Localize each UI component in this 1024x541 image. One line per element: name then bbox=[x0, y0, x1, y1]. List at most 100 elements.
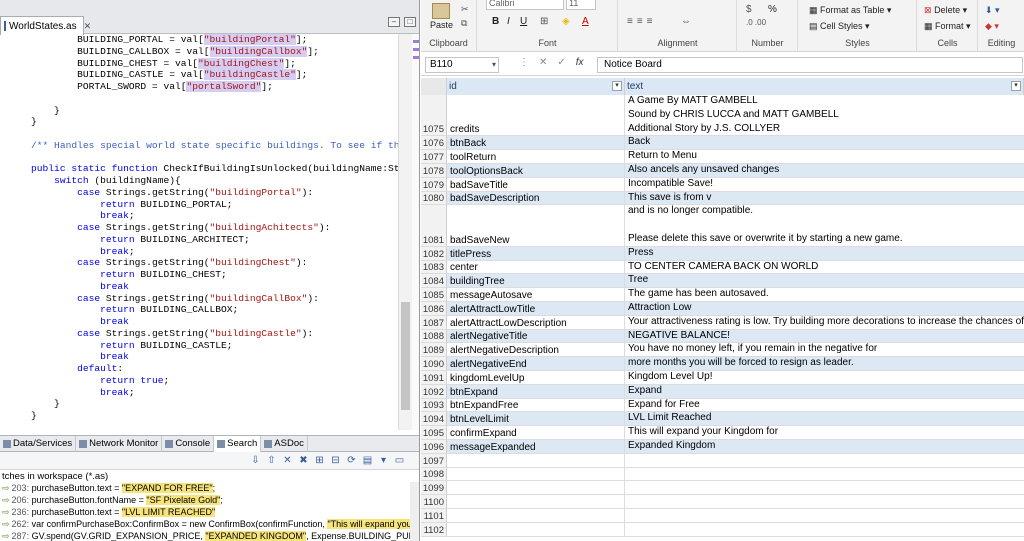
cell-id[interactable]: messageAutosave bbox=[447, 288, 625, 301]
search-result-line[interactable]: ⇨ 203: purchaseButton.text = "EXPAND FOR … bbox=[0, 482, 410, 494]
remove-all-icon[interactable]: ✖ bbox=[297, 454, 310, 467]
copy-icon[interactable]: ⧉ bbox=[461, 18, 467, 29]
row-header[interactable]: 1082 bbox=[421, 246, 447, 260]
delete-button[interactable]: ⊠ Delete ▾ bbox=[924, 5, 967, 16]
cell-text[interactable] bbox=[625, 523, 1024, 536]
row-header[interactable]: 1095 bbox=[421, 426, 447, 439]
cell-text[interactable]: LVL Limit Reached bbox=[625, 412, 1024, 426]
expand-all-icon[interactable]: ⊞ bbox=[313, 454, 326, 467]
cell-text[interactable]: Expanded Kingdom bbox=[625, 439, 1024, 453]
row-header[interactable]: 1102 bbox=[421, 522, 447, 536]
select-all-corner[interactable] bbox=[421, 78, 447, 95]
cell-text[interactable]: Incompatible Save! bbox=[625, 178, 1024, 191]
cell-id[interactable] bbox=[447, 495, 625, 508]
run-search-icon[interactable]: ⟳ bbox=[345, 454, 358, 467]
cell-id[interactable]: center bbox=[447, 260, 625, 274]
bold-button[interactable]: B bbox=[492, 16, 499, 27]
row-header[interactable]: 1098 bbox=[421, 467, 447, 481]
cell-id[interactable]: alertNegativeDescription bbox=[447, 343, 625, 357]
results-scrollbar[interactable] bbox=[410, 482, 419, 541]
cell-id[interactable]: toolOptionsBack bbox=[447, 163, 625, 177]
cell-text[interactable]: TO CENTER CAMERA BACK ON WORLD bbox=[625, 261, 1024, 274]
name-box-dropdown-icon[interactable]: ▾ bbox=[492, 58, 496, 72]
cell-id[interactable]: alertNegativeEnd bbox=[447, 357, 625, 370]
panel-tab-search[interactable]: Search bbox=[214, 435, 262, 452]
row-header[interactable]: 1079 bbox=[421, 177, 447, 191]
row-header[interactable]: 1087 bbox=[421, 315, 447, 329]
fill-icon[interactable]: ⬇ ▾ bbox=[985, 5, 1000, 16]
cut-icon[interactable]: ✂ bbox=[461, 4, 469, 15]
cell-id[interactable]: btnLevelLimit bbox=[447, 412, 625, 426]
borders-icon[interactable]: ⊞ bbox=[540, 16, 548, 27]
row-header[interactable]: 1080 bbox=[421, 191, 447, 205]
cell-id[interactable]: confirmExpand bbox=[447, 426, 625, 439]
minimize-icon[interactable]: – bbox=[388, 17, 400, 27]
collapse-all-icon[interactable]: ⊟ bbox=[329, 454, 342, 467]
column-header-id[interactable]: id ▾ bbox=[447, 78, 625, 95]
cell-id[interactable] bbox=[447, 481, 625, 495]
filter-dropdown-icon[interactable]: ▾ bbox=[612, 81, 622, 91]
cell-text[interactable] bbox=[625, 454, 1024, 467]
cell-id[interactable]: btnExpandFree bbox=[447, 398, 625, 412]
name-box[interactable]: B110 ▾ bbox=[425, 57, 499, 73]
row-header[interactable]: 1088 bbox=[421, 329, 447, 343]
panel-tab-network-monitor[interactable]: Network Monitor bbox=[76, 435, 163, 452]
cell-text[interactable]: Your attractiveness rating is low. Try b… bbox=[625, 316, 1024, 329]
decimal-icons[interactable]: .0 .00 bbox=[746, 18, 766, 27]
search-result-line[interactable]: ⇨ 236: purchaseButton.text = "LVL LIMIT R… bbox=[0, 506, 410, 518]
enter-formula-icon[interactable]: ✓ bbox=[557, 57, 565, 68]
row-header[interactable]: 1089 bbox=[421, 343, 447, 357]
filter-dropdown-icon[interactable]: ▾ bbox=[1011, 81, 1021, 91]
cell-id[interactable]: credits bbox=[447, 95, 625, 136]
row-header[interactable]: 1077 bbox=[421, 150, 447, 163]
minimize-panel-icon[interactable]: ▭ bbox=[393, 454, 406, 467]
column-header-text[interactable]: text ▾ bbox=[625, 78, 1024, 95]
cell-id[interactable]: btnBack bbox=[447, 136, 625, 150]
cell-text[interactable]: Kingdom Level Up! bbox=[625, 371, 1024, 384]
align-buttons[interactable]: ≡≡≡ bbox=[627, 16, 657, 27]
font-size-select[interactable]: 11 bbox=[566, 0, 596, 10]
cell-text[interactable] bbox=[625, 481, 1024, 494]
cell-text[interactable]: Expand for Free bbox=[625, 399, 1024, 412]
row-header[interactable]: 1094 bbox=[421, 412, 447, 426]
panel-tab-asdoc[interactable]: ASDoc bbox=[261, 435, 308, 452]
remove-match-icon[interactable]: ✕ bbox=[281, 454, 294, 467]
italic-button[interactable]: I bbox=[507, 16, 510, 27]
cell-id[interactable]: alertNegativeTitle bbox=[447, 329, 625, 343]
row-header[interactable]: 1075 bbox=[421, 95, 447, 136]
row-header[interactable]: 1081 bbox=[421, 205, 447, 246]
maximize-icon[interactable]: □ bbox=[404, 17, 416, 27]
cell-text[interactable]: more months you will be forced to resign… bbox=[625, 357, 1024, 370]
cell-text[interactable]: This save is from v bbox=[625, 191, 1024, 205]
cell-text[interactable]: NEGATIVE BALANCE! bbox=[625, 329, 1024, 343]
cell-id[interactable]: alertAttractLowDescription bbox=[447, 315, 625, 329]
cell-id[interactable]: kingdomLevelUp bbox=[447, 370, 625, 384]
next-match-icon[interactable]: ⇩ bbox=[249, 454, 262, 467]
editor-scrollbar[interactable] bbox=[398, 34, 412, 430]
search-result-line[interactable]: ⇨ 206: purchaseButton.fontName = "SF Pixe… bbox=[0, 494, 410, 506]
percent-button[interactable]: % bbox=[768, 4, 777, 15]
font-name-select[interactable]: Calibri bbox=[486, 0, 564, 10]
cell-id[interactable] bbox=[447, 467, 625, 481]
cell-id[interactable]: btnExpand bbox=[447, 384, 625, 398]
panel-tab-data-services[interactable]: Data/Services bbox=[0, 435, 77, 452]
cell-text[interactable]: Tree bbox=[625, 274, 1024, 288]
cell-id[interactable]: toolReturn bbox=[447, 150, 625, 163]
format-as-table-button[interactable]: ▦ Format as Table ▾ bbox=[809, 5, 891, 16]
cell-text[interactable]: Back bbox=[625, 136, 1024, 150]
editor-scrollbar-thumb[interactable] bbox=[401, 302, 410, 410]
insert-function-icon[interactable]: fx bbox=[576, 57, 584, 68]
row-header[interactable]: 1078 bbox=[421, 163, 447, 177]
cell-text[interactable]: Also ancels any unsaved changes bbox=[625, 163, 1024, 177]
cell-text[interactable]: Attraction Low bbox=[625, 301, 1024, 315]
cell-text[interactable]: The game has been autosaved. bbox=[625, 288, 1024, 301]
cell-id[interactable] bbox=[447, 522, 625, 536]
occurrence-mark[interactable] bbox=[413, 40, 419, 43]
row-header[interactable]: 1101 bbox=[421, 508, 447, 522]
cell-id[interactable]: buildingTree bbox=[447, 274, 625, 288]
row-header[interactable]: 1084 bbox=[421, 274, 447, 288]
cell-text[interactable]: Return to Menu bbox=[625, 150, 1024, 163]
fill-color-icon[interactable]: ◈ bbox=[562, 16, 570, 27]
row-header[interactable]: 1086 bbox=[421, 301, 447, 315]
code-editor[interactable]: BUILDING_PORTAL = val["buildingPortal"];… bbox=[0, 34, 398, 430]
